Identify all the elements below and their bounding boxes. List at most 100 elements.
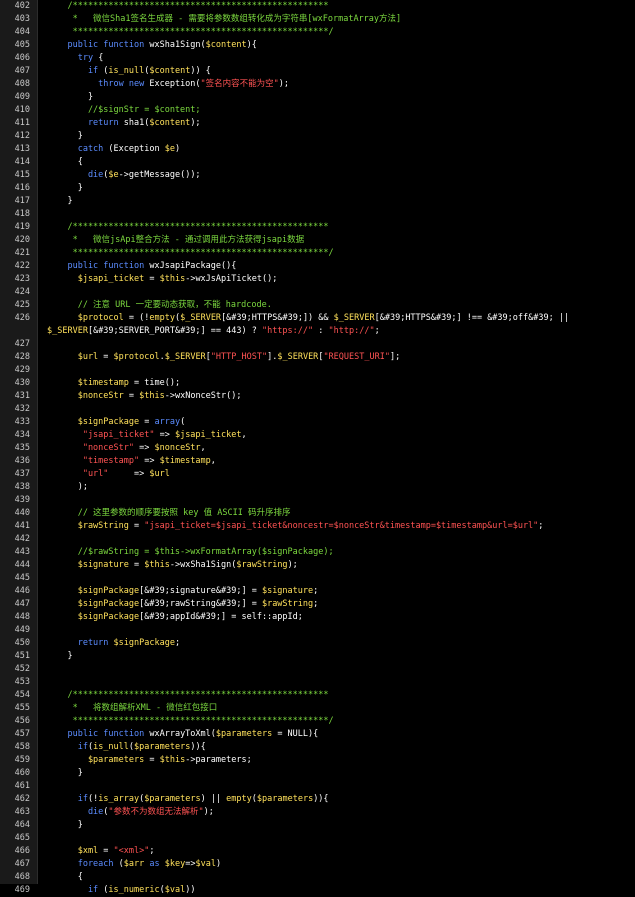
code-token: $url: [149, 469, 170, 479]
code-line[interactable]: 425 // 注意 URL 一定要动态获取，不能 hardcode.: [0, 299, 635, 312]
code-token: is_array: [98, 794, 140, 804]
code-line[interactable]: 444 $signature = $this->wxSha1Sign($rawS…: [0, 559, 635, 572]
code-line[interactable]: 457 public function wxArrayToXml($parame…: [0, 728, 635, 741]
line-number: 405: [14, 40, 30, 50]
code-line[interactable]: 449: [0, 624, 635, 637]
code-line[interactable]: 440 // 这里参数的顺序要按照 key 值 ASCII 码升序排序: [0, 507, 635, 520]
code-text: /***************************************…: [47, 0, 633, 13]
code-line[interactable]: 439: [0, 494, 635, 507]
code-line[interactable]: 431 $nonceStr = $this->wxNonceStr();: [0, 390, 635, 403]
code-line[interactable]: 427: [0, 338, 635, 351]
code-line[interactable]: 429: [0, 364, 635, 377]
code-line[interactable]: 434 "jsapi_ticket" => $jsapi_ticket,: [0, 429, 635, 442]
code-text: public function wxJsapiPackage(){: [47, 260, 633, 273]
code-line[interactable]: 458 if(is_null($parameters)){: [0, 741, 635, 754]
code-text: $parameters = $this->parameters;: [47, 754, 633, 767]
code-line[interactable]: 421 ************************************…: [0, 247, 635, 260]
code-line[interactable]: 462 if(!is_array($parameters) || empty($…: [0, 793, 635, 806]
code-token: );: [287, 560, 298, 570]
code-line[interactable]: 441 $rawString = "jsapi_ticket=$jsapi_ti…: [0, 520, 635, 533]
code-token: $nonceStr: [47, 391, 129, 401]
code-line[interactable]: 424: [0, 286, 635, 299]
code-line[interactable]: 404 ************************************…: [0, 26, 635, 39]
code-line[interactable]: 416 }: [0, 182, 635, 195]
line-number: 440: [14, 508, 30, 518]
code-line[interactable]: 453: [0, 676, 635, 689]
code-token: $_SERVER: [333, 313, 375, 323]
code-line[interactable]: 437 "url" => $url: [0, 468, 635, 481]
code-token: $signature: [261, 586, 314, 596]
code-line[interactable]: 426 $protocol = (!empty($_SERVER[&#39;HT…: [0, 312, 635, 338]
code-line[interactable]: 420 * 微信jsApi整合方法 - 通过调用此方法获得jsapi数据: [0, 234, 635, 247]
code-line[interactable]: 469 if (is_numeric($val)): [0, 884, 635, 897]
code-line[interactable]: 456 ************************************…: [0, 715, 635, 728]
code-line[interactable]: 454 /***********************************…: [0, 689, 635, 702]
code-token: $this: [139, 391, 165, 401]
code-text: }: [47, 650, 633, 663]
code-line[interactable]: 414 {: [0, 156, 635, 169]
code-line[interactable]: 442: [0, 533, 635, 546]
code-line[interactable]: 446 $signPackage[&#39;signature&#39;] = …: [0, 585, 635, 598]
code-line[interactable]: 461: [0, 780, 635, 793]
code-line[interactable]: 447 $signPackage[&#39;rawString&#39;] = …: [0, 598, 635, 611]
code-line[interactable]: 405 public function wxSha1Sign($content)…: [0, 39, 635, 52]
code-token: ->wxJsApiTicket();: [185, 274, 278, 284]
code-text: if (is_null($content)) {: [47, 65, 633, 78]
code-line[interactable]: 408 throw new Exception("签名内容不能为空");: [0, 78, 635, 91]
line-number: 427: [14, 339, 30, 349]
code-line[interactable]: 409 }: [0, 91, 635, 104]
code-line[interactable]: 407 if (is_null($content)) {: [0, 65, 635, 78]
code-line[interactable]: 406 try {: [0, 52, 635, 65]
line-number: 431: [14, 391, 30, 401]
code-line[interactable]: 443 //$rawString = $this->wxFormatArray(…: [0, 546, 635, 559]
code-line[interactable]: 451 }: [0, 650, 635, 663]
code-line[interactable]: 417 }: [0, 195, 635, 208]
line-number: 453: [14, 677, 30, 687]
code-token: is_null: [108, 66, 145, 76]
code-token: is_numeric: [108, 885, 160, 895]
code-line[interactable]: 413 catch (Exception $e): [0, 143, 635, 156]
code-line[interactable]: 428 $url = $protocol.$_SERVER["HTTP_HOST…: [0, 351, 635, 364]
code-token: empty: [149, 313, 175, 323]
code-line[interactable]: 445: [0, 572, 635, 585]
code-line[interactable]: 468 {: [0, 871, 635, 884]
code-token: // 注意 URL 一定要动态获取，不能 hardcode.: [47, 300, 272, 310]
code-token: )){: [313, 794, 329, 804]
code-line[interactable]: 450 return $signPackage;: [0, 637, 635, 650]
code-line[interactable]: 419 /***********************************…: [0, 221, 635, 234]
code-text: $rawString = "jsapi_ticket=$jsapi_ticket…: [47, 520, 633, 533]
code-line[interactable]: 432: [0, 403, 635, 416]
code-line[interactable]: 430 $timestamp = time();: [0, 377, 635, 390]
line-number: 418: [14, 209, 30, 219]
code-line[interactable]: 433 $signPackage = array(: [0, 416, 635, 429]
code-line[interactable]: 459 $parameters = $this->parameters;: [0, 754, 635, 767]
code-token: $arr: [123, 859, 150, 869]
code-text: // 这里参数的顺序要按照 key 值 ASCII 码升序排序: [47, 507, 633, 520]
code-token: (!: [87, 794, 99, 804]
code-text: if(is_null($parameters)){: [47, 741, 633, 754]
code-line[interactable]: 463 die("参数不为数组无法解析");: [0, 806, 635, 819]
code-line[interactable]: 464 }: [0, 819, 635, 832]
code-line[interactable]: 452: [0, 663, 635, 676]
code-line[interactable]: 466 $xml = "<xml>";: [0, 845, 635, 858]
code-text: $signPackage = array(: [47, 416, 633, 429]
code-line[interactable]: 415 die($e->getMessage());: [0, 169, 635, 182]
code-line[interactable]: 422 public function wxJsapiPackage(){: [0, 260, 635, 273]
code-token: public function: [47, 261, 150, 271]
code-line[interactable]: 460 }: [0, 767, 635, 780]
code-line[interactable]: 436 "timestamp" => $timestamp,: [0, 455, 635, 468]
code-line[interactable]: 465: [0, 832, 635, 845]
code-line[interactable]: 467 foreach ($arr as $key=>$val): [0, 858, 635, 871]
code-editor[interactable]: 402 /***********************************…: [0, 0, 635, 895]
code-line[interactable]: 423 $jsapi_ticket = $this->wxJsApiTicket…: [0, 273, 635, 286]
code-line[interactable]: 410 //$signStr = $content;: [0, 104, 635, 117]
code-line[interactable]: 438 );: [0, 481, 635, 494]
code-line[interactable]: 402 /***********************************…: [0, 0, 635, 13]
code-line[interactable]: 411 return sha1($content);: [0, 117, 635, 130]
code-line[interactable]: 455 * 将数组解析XML - 微信红包接口: [0, 702, 635, 715]
code-line[interactable]: 435 "nonceStr" => $nonceStr,: [0, 442, 635, 455]
code-line[interactable]: 448 $signPackage[&#39;appId&#39;] = self…: [0, 611, 635, 624]
code-line[interactable]: 412 }: [0, 130, 635, 143]
code-line[interactable]: 418: [0, 208, 635, 221]
code-line[interactable]: 403 * 微信Sha1签名生成器 - 需要将参数数组转化成为字符串[wxFor…: [0, 13, 635, 26]
